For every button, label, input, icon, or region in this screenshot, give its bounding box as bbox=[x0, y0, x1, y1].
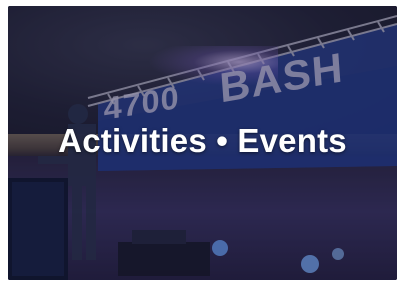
tile-title: Activities • Events bbox=[58, 122, 347, 159]
activities-events-tile[interactable]: 4700 BASH Activities • Events bbox=[8, 6, 397, 280]
